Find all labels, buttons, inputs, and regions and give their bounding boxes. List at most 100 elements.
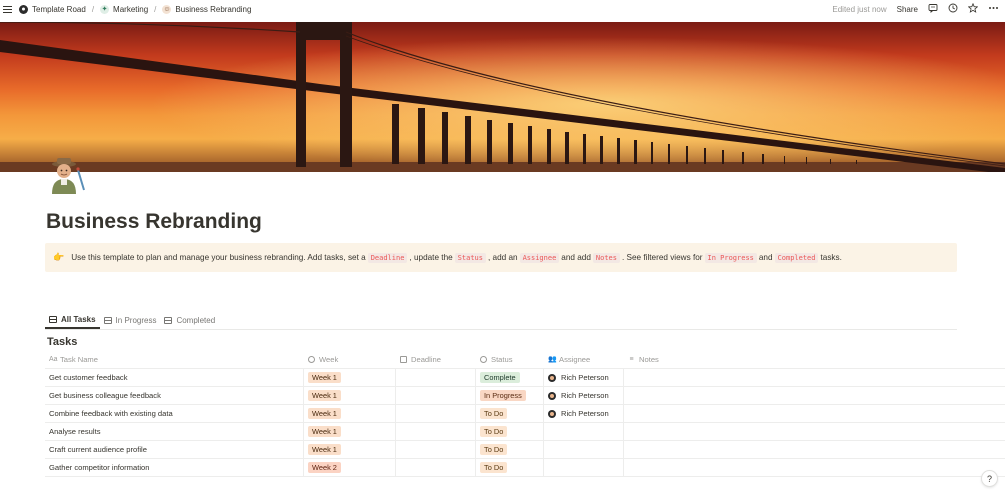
comment-icon[interactable] (928, 3, 938, 15)
status-cell[interactable]: In Progress (476, 387, 544, 404)
template-road-logo-icon: ● (19, 4, 28, 14)
task-name-cell[interactable]: Craft current audience profile (45, 441, 304, 458)
avatar (548, 373, 556, 382)
notes-cell[interactable] (624, 405, 1005, 422)
page-title[interactable]: Business Rebranding (46, 210, 262, 234)
breadcrumb: ● Template Road / ✦ Marketing / ☺ Busine… (19, 4, 252, 14)
task-name: Gather competitor information (49, 463, 150, 472)
week-cell[interactable]: Week 1 (304, 405, 396, 422)
assignee-cell[interactable]: Rich Peterson (544, 405, 624, 422)
status-tag: Complete (480, 372, 520, 383)
assignee-name: Rich Peterson (561, 409, 609, 418)
tab-label: In Progress (115, 315, 157, 325)
view-tabs: All Tasks In Progress Completed (45, 311, 957, 330)
breadcrumb-item-business-rebranding[interactable]: ☺ Business Rebranding (162, 4, 252, 14)
status-cell[interactable]: Complete (476, 369, 544, 386)
breadcrumb-label: Business Rebranding (175, 4, 252, 14)
week-tag: Week 1 (308, 426, 341, 437)
text-property-icon: Aa (49, 356, 58, 363)
breadcrumb-label: Template Road (32, 4, 86, 14)
assignee-cell[interactable] (544, 423, 624, 440)
notes-cell[interactable] (624, 423, 1005, 440)
week-cell[interactable]: Week 2 (304, 459, 396, 476)
status-tag: To Do (480, 444, 508, 455)
table-row[interactable]: Analyse results Week 1 To Do (45, 423, 1005, 441)
calendar-icon (400, 356, 407, 363)
week-cell[interactable]: Week 1 (304, 441, 396, 458)
column-header-task-name[interactable]: Aa Task Name (45, 351, 304, 368)
column-header-week[interactable]: Week (304, 351, 396, 368)
lines-icon: ≡ (629, 356, 634, 363)
task-name-cell[interactable]: Get business colleague feedback (45, 387, 304, 404)
assignee-cell[interactable]: Rich Peterson (544, 369, 624, 386)
task-name: Get business colleague feedback (49, 391, 161, 400)
explorer-emoji-icon[interactable] (46, 156, 88, 194)
table-icon (49, 315, 57, 323)
status-cell[interactable]: To Do (476, 405, 544, 422)
table-row[interactable]: Gather competitor information Week 2 To … (45, 459, 1005, 477)
column-label: Notes (639, 355, 659, 364)
notes-cell[interactable] (624, 369, 1005, 386)
tab-in-progress[interactable]: In Progress (100, 311, 161, 329)
column-header-assignee[interactable]: 👥 Assignee (544, 351, 624, 368)
top-bar-actions: Edited just now Share (832, 2, 1005, 15)
select-property-icon (308, 356, 315, 363)
deadline-cell[interactable] (396, 459, 476, 476)
explorer-emoji-icon: ☺ (162, 4, 172, 14)
notes-cell[interactable] (624, 441, 1005, 458)
task-name: Craft current audience profile (49, 445, 147, 454)
table-row[interactable]: Get business colleague feedback Week 1 I… (45, 387, 1005, 405)
breadcrumb-item-template-road[interactable]: ● Template Road (19, 4, 86, 14)
task-name: Analyse results (49, 427, 101, 436)
clock-icon[interactable] (948, 3, 958, 15)
assignee-cell[interactable] (544, 459, 624, 476)
breadcrumb-item-marketing[interactable]: ✦ Marketing (100, 4, 149, 14)
task-name-cell[interactable]: Combine feedback with existing data (45, 405, 304, 422)
column-header-deadline[interactable]: Deadline (396, 351, 476, 368)
table-row[interactable]: Get customer feedback Week 1 Complete Ri… (45, 369, 1005, 387)
callout[interactable]: 👉 Use this template to plan and manage y… (45, 243, 957, 272)
breadcrumb-separator: / (91, 4, 95, 14)
week-tag: Week 1 (308, 444, 341, 455)
status-cell[interactable]: To Do (476, 441, 544, 458)
table-row[interactable]: Combine feedback with existing data Week… (45, 405, 1005, 423)
deadline-cell[interactable] (396, 423, 476, 440)
week-tag: Week 2 (308, 462, 341, 473)
table-row[interactable]: Craft current audience profile Week 1 To… (45, 441, 1005, 459)
task-name-cell[interactable]: Gather competitor information (45, 459, 304, 476)
assignee-cell[interactable] (544, 441, 624, 458)
column-header-notes[interactable]: ≡ Notes (624, 351, 1005, 368)
week-tag: Week 1 (308, 372, 341, 383)
task-name-cell[interactable]: Analyse results (45, 423, 304, 440)
more-icon[interactable] (988, 3, 999, 15)
status-tag: To Do (480, 408, 508, 419)
status-cell[interactable]: To Do (476, 459, 544, 476)
callout-text: , update the (409, 253, 453, 262)
deadline-cell[interactable] (396, 387, 476, 404)
menu-icon[interactable] (3, 5, 12, 13)
notes-cell[interactable] (624, 459, 1005, 476)
deadline-cell[interactable] (396, 369, 476, 386)
help-button[interactable]: ? (981, 470, 998, 487)
tab-all-tasks[interactable]: All Tasks (45, 311, 100, 329)
inline-code: Completed (774, 252, 819, 263)
column-header-status[interactable]: Status (476, 351, 544, 368)
database-title[interactable]: Tasks (47, 336, 77, 348)
status-cell[interactable]: To Do (476, 423, 544, 440)
task-name: Combine feedback with existing data (49, 409, 173, 418)
deadline-cell[interactable] (396, 405, 476, 422)
share-button[interactable]: Share (897, 5, 918, 14)
star-icon[interactable] (967, 2, 979, 15)
notes-cell[interactable] (624, 387, 1005, 404)
task-name-cell[interactable]: Get customer feedback (45, 369, 304, 386)
week-cell[interactable]: Week 1 (304, 387, 396, 404)
breadcrumb-label: Marketing (113, 4, 149, 14)
week-cell[interactable]: Week 1 (304, 369, 396, 386)
assignee-cell[interactable]: Rich Peterson (544, 387, 624, 404)
status-tag: To Do (480, 426, 508, 437)
tab-completed[interactable]: Completed (160, 311, 219, 329)
inline-code: Deadline (367, 252, 408, 263)
deadline-cell[interactable] (396, 441, 476, 458)
top-bar: ● Template Road / ✦ Marketing / ☺ Busine… (0, 0, 1005, 18)
week-cell[interactable]: Week 1 (304, 423, 396, 440)
